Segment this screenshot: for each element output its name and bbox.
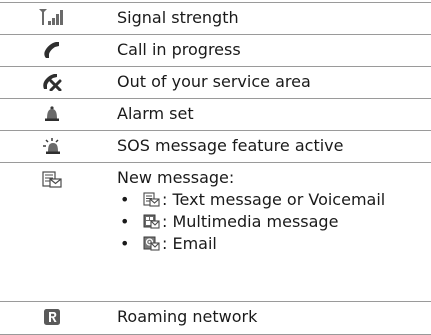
icon-cell [0,302,104,334]
list-item: • : Email [117,233,427,255]
row-label: Out of your service area [117,72,311,91]
row-description: New message: • : Text message or Voicema… [117,167,427,255]
list-item-text: : Multimedia message [162,212,339,231]
table-row: Roaming network [0,301,431,335]
bullet: • [120,190,130,209]
list-item: • : Multimedia message [117,211,427,233]
list-item-text: : Email [162,234,217,253]
icon-cell [0,35,104,67]
icon-cell [0,3,104,35]
icon-cell [0,67,104,99]
row-label: SOS message feature active [117,136,344,155]
table-row: Call in progress [0,34,431,67]
out-of-service-icon [42,73,62,91]
table-row: Out of your service area [0,66,431,99]
text-message-envelope-icon [143,191,160,213]
icon-cell [0,99,104,131]
roaming-icon [43,308,61,326]
table-row: Signal strength [0,2,431,35]
sos-icon [42,137,62,155]
table-row: Alarm set [0,98,431,131]
message-type-list: • : Text message or Voicemail •: Multim… [117,189,427,255]
row-label: Alarm set [117,104,194,123]
icon-cell [0,131,104,163]
table-row: New message: • : Text message or Voicema… [0,162,431,295]
icon-cell [0,163,104,295]
signal-strength-icon [39,9,65,25]
new-message-envelope-icon [42,171,62,188]
call-in-progress-icon [43,41,61,59]
list-item-text: : Text message or Voicemail [162,190,386,209]
alarm-bell-icon [44,106,60,123]
row-label: Call in progress [117,40,241,59]
row-label: Signal strength [117,8,239,27]
list-item: • : Text message or Voicemail [117,189,427,211]
email-icon [143,235,160,257]
bullet: • [120,212,130,231]
multimedia-message-icon [143,213,160,235]
table-row: SOS message feature active [0,130,431,163]
row-label: New message: [117,168,235,187]
row-label: Roaming network [117,307,258,326]
bullet: • [120,234,130,253]
